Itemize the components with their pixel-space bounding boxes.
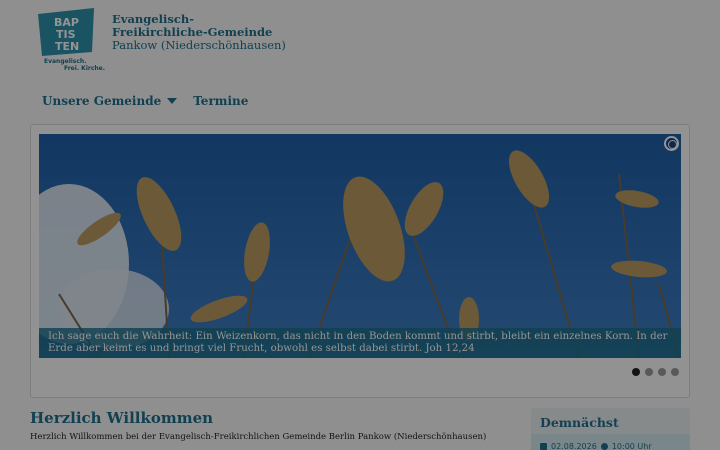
modal-overlay[interactable] — [0, 0, 720, 450]
